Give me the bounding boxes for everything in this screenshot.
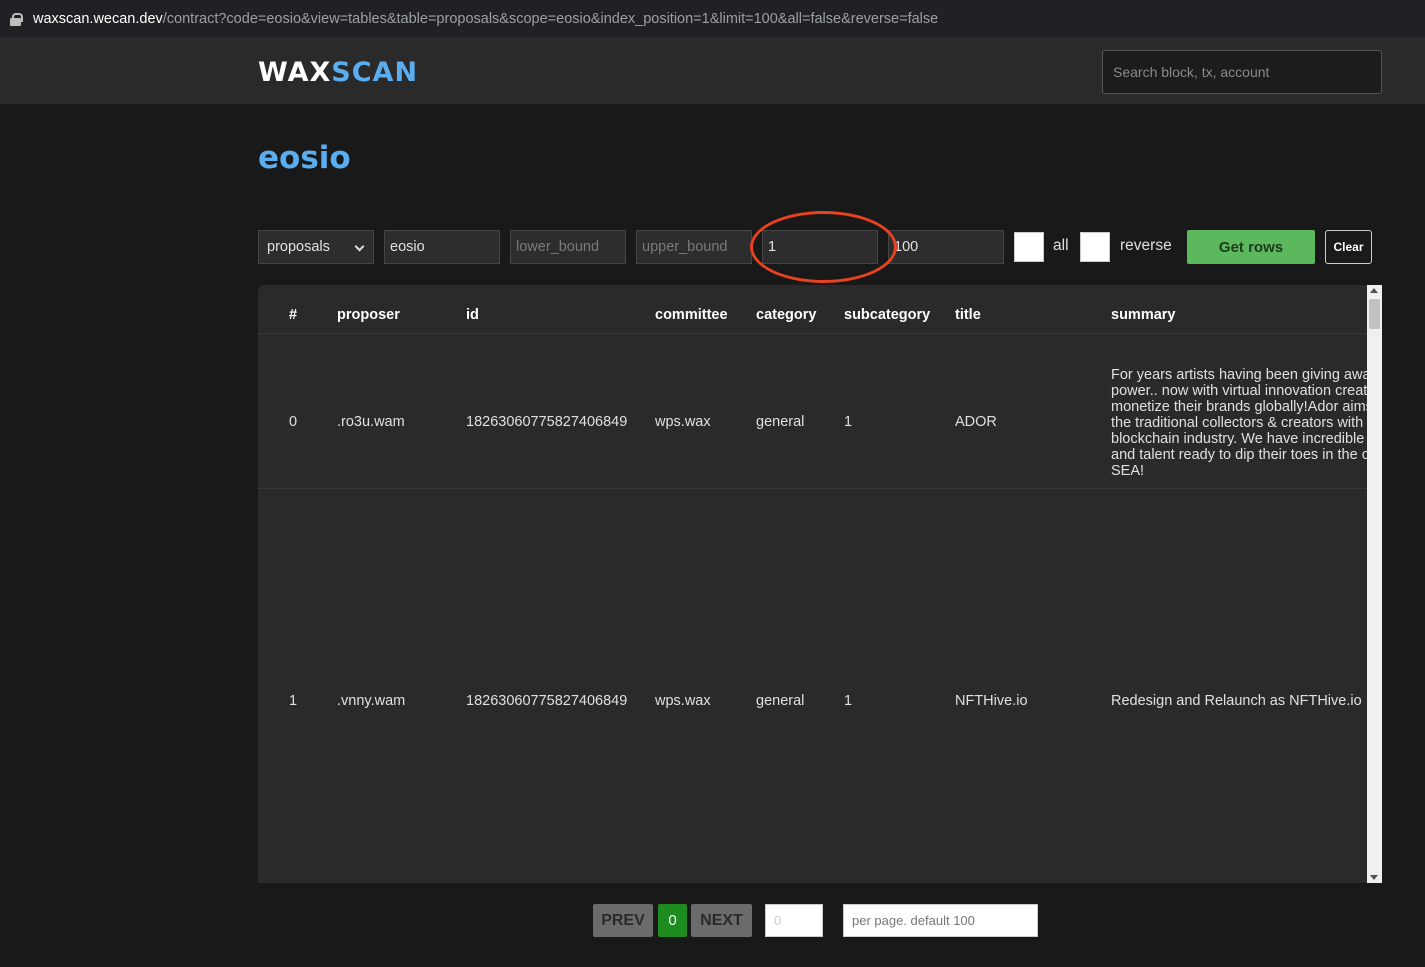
reverse-checkbox[interactable]	[1080, 232, 1110, 262]
summary-line: For years artists having been giving awa…	[1111, 367, 1367, 383]
current-page-indicator: 0	[658, 904, 687, 937]
column-header-proposer: proposer	[337, 307, 400, 323]
browser-address-bar[interactable]: waxscan.wecan.dev/contract?code=eosio&vi…	[0, 0, 1425, 39]
cell-title: ADOR	[955, 414, 997, 430]
column-header-id: id	[466, 307, 479, 323]
header-divider	[258, 333, 1367, 334]
cell-proposer: .ro3u.wam	[337, 414, 405, 430]
summary-line: SEA!	[1111, 463, 1145, 479]
logo-wax-text: WAX	[258, 57, 332, 88]
limit-input[interactable]	[888, 230, 1004, 264]
table-scrollbar[interactable]	[1367, 285, 1382, 883]
cell-title: NFTHive.io	[955, 693, 1028, 709]
scroll-down-arrow-icon[interactable]	[1370, 875, 1378, 880]
summary-line: monetize their brands globally!Ador aims	[1111, 399, 1367, 415]
lock-icon	[10, 12, 23, 26]
scroll-up-arrow-icon[interactable]	[1370, 288, 1378, 293]
waxscan-logo[interactable]: WAXSCAN	[258, 57, 418, 88]
column-header-summary: summary	[1111, 307, 1176, 323]
column-header-committee: committee	[655, 307, 728, 323]
reverse-label: reverse	[1120, 237, 1172, 254]
logo-scan-text: SCAN	[331, 57, 419, 88]
cell-committee: wps.wax	[655, 693, 711, 709]
results-table: # proposer id committee category subcate…	[258, 285, 1367, 883]
table-select[interactable]: proposals	[258, 230, 374, 264]
column-header-subcategory: subcategory	[844, 307, 931, 323]
url-text[interactable]: waxscan.wecan.dev/contract?code=eosio&vi…	[33, 11, 938, 27]
cell-summary: For years artists having been giving awa…	[1111, 367, 1367, 479]
lower-bound-input[interactable]	[510, 230, 626, 264]
next-button[interactable]: NEXT	[691, 904, 752, 937]
column-header-category: category	[756, 307, 817, 323]
cell-subcategory: 1	[844, 414, 853, 430]
url-path: /contract?code=eosio&view=tables&table=p…	[162, 11, 939, 27]
site-header: WAXSCAN	[0, 39, 1425, 104]
summary-line: power.. now with virtual innovation crea…	[1111, 383, 1367, 399]
page-title: eosio	[258, 140, 351, 176]
cell-committee: wps.wax	[655, 414, 711, 430]
cell-subcategory: 1	[844, 693, 853, 709]
cell-id: 18263060775827406849	[466, 414, 628, 430]
cell-id: 18263060775827406849	[466, 693, 628, 709]
column-header-index: #	[289, 307, 298, 323]
cell-summary: Redesign and Relaunch as NFTHive.io	[1111, 693, 1362, 709]
summary-line: blockchain industry. We have incredible …	[1111, 431, 1367, 447]
cell-proposer: .vnny.wam	[337, 693, 406, 709]
scrollbar-thumb[interactable]	[1369, 299, 1380, 329]
clear-button[interactable]: Clear	[1325, 230, 1372, 264]
row-divider	[258, 488, 1367, 489]
all-checkbox[interactable]	[1014, 232, 1044, 262]
summary-line: the traditional collectors & creators wi…	[1111, 415, 1367, 431]
get-rows-button[interactable]: Get rows	[1187, 230, 1315, 264]
summary-line: and talent ready to dip their toes in th…	[1111, 447, 1367, 463]
scope-input[interactable]	[384, 230, 500, 264]
cell-category: general	[756, 414, 805, 430]
chevron-down-icon	[354, 241, 365, 252]
per-page-input[interactable]	[843, 904, 1038, 937]
cell-index: 1	[289, 693, 298, 709]
page-number-input[interactable]	[765, 904, 823, 937]
prev-button[interactable]: PREV	[593, 904, 653, 937]
cell-index: 0	[289, 414, 298, 430]
all-label: all	[1053, 237, 1069, 254]
table-select-value: proposals	[267, 239, 330, 255]
search-input[interactable]	[1102, 50, 1382, 94]
url-host: waxscan.wecan.dev	[33, 11, 163, 27]
cell-category: general	[756, 693, 805, 709]
column-header-title: title	[955, 307, 981, 323]
upper-bound-input[interactable]	[636, 230, 752, 264]
index-position-input[interactable]	[762, 230, 878, 264]
